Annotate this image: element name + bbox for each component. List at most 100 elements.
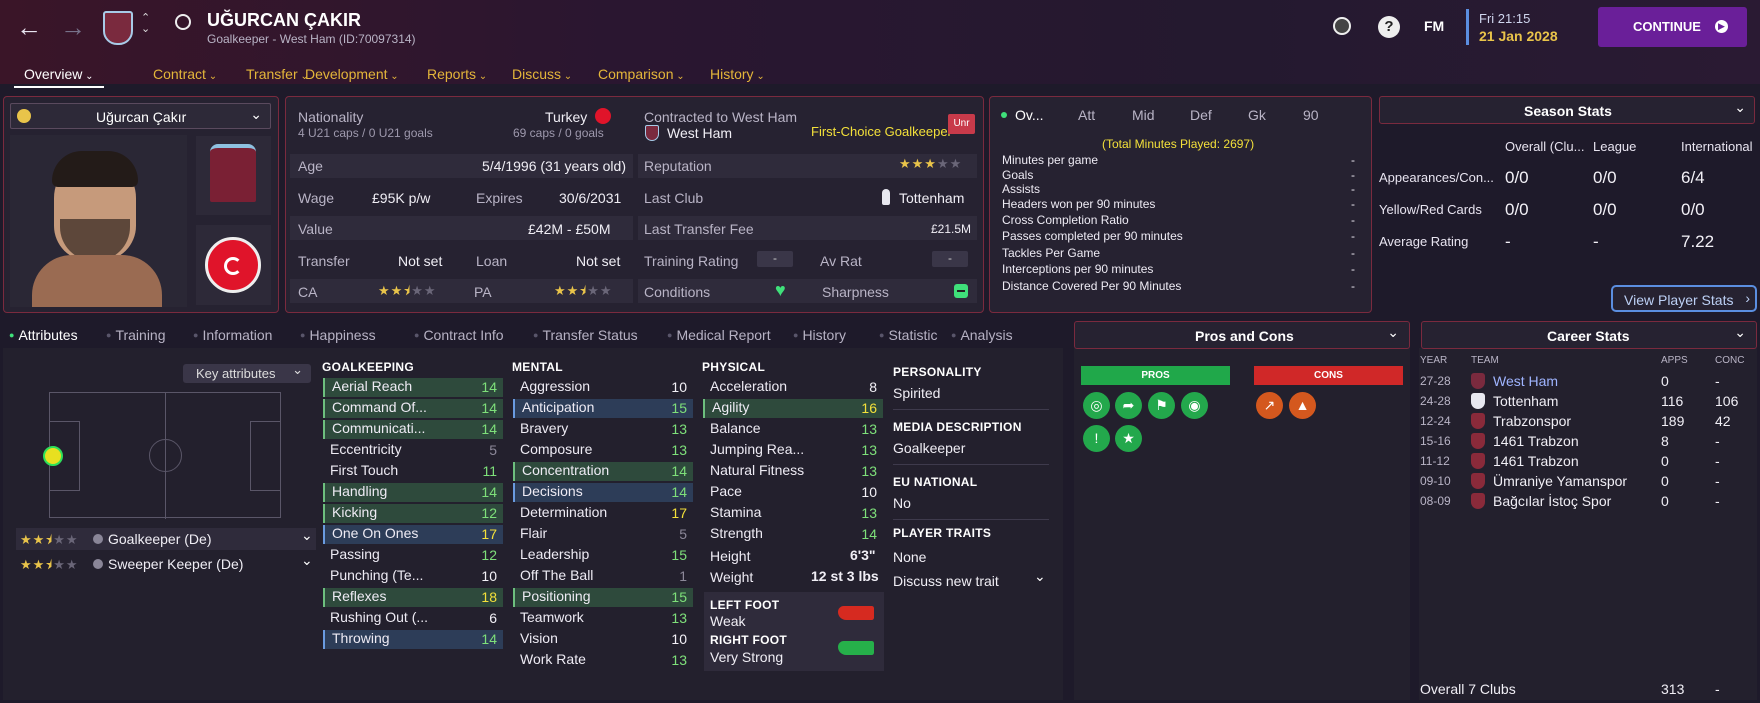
stat-label: Headers won per 90 minutes bbox=[1002, 197, 1156, 211]
career-team[interactable]: Ümraniye Yamanspor bbox=[1493, 473, 1627, 489]
attr-name: Aerial Reach bbox=[332, 378, 413, 394]
subtab-analysis[interactable]: ● Analysis bbox=[951, 327, 1013, 343]
attr-value: 14 bbox=[481, 484, 497, 500]
key-attributes-select[interactable]: Key attributes ⌄ bbox=[183, 362, 311, 383]
back-arrow-icon[interactable]: ← bbox=[16, 14, 42, 40]
av-rat-label: Av Rat bbox=[820, 253, 862, 269]
flag-icon[interactable]: ⚑ bbox=[1148, 392, 1175, 419]
attr-name: Pace bbox=[710, 483, 742, 499]
stats-tab-90[interactable]: 90 bbox=[1303, 107, 1319, 123]
tab-reports[interactable]: Reports bbox=[427, 66, 487, 82]
search-icon[interactable] bbox=[175, 14, 191, 30]
tab-comparison[interactable]: Comparison bbox=[598, 66, 685, 82]
career-col-apps: APPS bbox=[1661, 355, 1688, 366]
subtab-contract-info[interactable]: ● Contract Info bbox=[414, 327, 504, 343]
career-team[interactable]: Bağcılar İstoç Spor bbox=[1493, 493, 1611, 509]
nationality-value[interactable]: Turkey bbox=[545, 109, 587, 125]
wage-value[interactable]: £95K p/w bbox=[372, 190, 430, 206]
career-header[interactable]: Career Stats ⌄ bbox=[1421, 321, 1757, 349]
fm-logo[interactable]: FM bbox=[1424, 18, 1444, 34]
boot-icon[interactable]: ➦ bbox=[1115, 392, 1142, 419]
left-boot-icon bbox=[838, 606, 874, 620]
stats-tab-mid[interactable]: Mid bbox=[1132, 107, 1155, 123]
career-apps: 8 bbox=[1661, 433, 1669, 449]
career-conc: - bbox=[1715, 433, 1720, 449]
subtab-information[interactable]: ● Information bbox=[193, 327, 272, 343]
chevron-updown-icon[interactable]: ⌃ ⌄ bbox=[141, 13, 150, 35]
help-icon[interactable]: ? bbox=[1378, 16, 1400, 38]
goalkeeping-attr-row: First Touch 11 bbox=[323, 462, 503, 481]
eu-title: EU NATIONAL bbox=[893, 475, 978, 489]
stats-tab-att[interactable]: Att bbox=[1078, 107, 1095, 123]
season-league-value: 0/0 bbox=[1593, 200, 1617, 219]
subtab-statistic[interactable]: ● Statistic bbox=[879, 327, 937, 343]
chevron-down-icon[interactable]: ⌄ bbox=[1034, 568, 1046, 585]
squad-status[interactable]: First-Choice Goalkeeper bbox=[811, 124, 952, 139]
attr-value: 5 bbox=[489, 442, 497, 458]
season-col-overall: Overall (Clu... bbox=[1505, 139, 1585, 154]
role-sweeper-label[interactable]: Sweeper Keeper (De) bbox=[108, 556, 243, 572]
tab-history[interactable]: History bbox=[710, 66, 765, 82]
role-goalkeeper-label: Goalkeeper (De) bbox=[108, 531, 212, 547]
career-col-conc: CONC bbox=[1715, 355, 1745, 366]
subtab-happiness[interactable]: ● Happiness bbox=[300, 327, 376, 343]
career-team[interactable]: Tottenham bbox=[1493, 393, 1558, 409]
date-day[interactable]: Fri 21:15 bbox=[1479, 11, 1530, 26]
career-team[interactable]: 1461 Trabzon bbox=[1493, 453, 1579, 469]
flask-icon[interactable]: ▲ bbox=[1289, 392, 1316, 419]
attr-value: 14 bbox=[481, 400, 497, 416]
season-stats-header[interactable]: Season Stats ⌄ bbox=[1379, 96, 1755, 124]
transfer-value[interactable]: Not set bbox=[398, 253, 442, 269]
physical-attr-row: Jumping Rea... 13 bbox=[703, 441, 883, 460]
pros-cons-header[interactable]: Pros and Cons ⌄ bbox=[1074, 321, 1410, 349]
season-col-league: League bbox=[1593, 139, 1637, 154]
loan-value[interactable]: Not set bbox=[576, 253, 620, 269]
continue-button[interactable]: CONTINUE ▶ bbox=[1598, 7, 1747, 47]
last-club-value[interactable]: Tottenham bbox=[899, 190, 964, 206]
trend-icon[interactable]: ↗ bbox=[1256, 392, 1283, 419]
career-team[interactable]: Trabzonspor bbox=[1493, 413, 1571, 429]
mental-attr-row: Anticipation 15 bbox=[513, 399, 693, 418]
stats-tab-def[interactable]: Def bbox=[1190, 107, 1212, 123]
club-crest-icon[interactable] bbox=[103, 11, 133, 45]
attr-value: 16 bbox=[861, 400, 877, 416]
subtab-history[interactable]: ● History bbox=[793, 327, 846, 343]
divider bbox=[893, 409, 1049, 410]
subtab-attributes[interactable]: ● Attributes bbox=[9, 327, 78, 343]
forward-arrow-icon[interactable]: → bbox=[60, 14, 86, 40]
stats-tab-overview[interactable]: Ov... bbox=[1015, 107, 1044, 123]
brain-icon[interactable]: ◉ bbox=[1181, 392, 1208, 419]
tab-transfer[interactable]: Transfer bbox=[246, 66, 309, 82]
player-subtitle: Goalkeeper - West Ham (ID:70097314) bbox=[207, 32, 416, 46]
star-icon[interactable]: ★ bbox=[1115, 425, 1142, 452]
target-icon[interactable]: ◎ bbox=[1083, 392, 1110, 419]
tab-overview[interactable]: Overview bbox=[24, 66, 94, 82]
subtab-medical-report[interactable]: ● Medical Report bbox=[667, 327, 771, 343]
tab-dot-icon: ● bbox=[951, 330, 957, 340]
date-full[interactable]: 21 Jan 2028 bbox=[1479, 28, 1558, 44]
subtab-training[interactable]: ● Training bbox=[106, 327, 166, 343]
expires-value[interactable]: 30/6/2031 bbox=[559, 190, 621, 206]
career-year: 09-10 bbox=[1420, 474, 1451, 488]
tab-discuss[interactable]: Discuss bbox=[512, 66, 572, 82]
subtab-transfer-status[interactable]: ● Transfer Status bbox=[533, 327, 638, 343]
player-select[interactable]: Uğurcan Çakır ⌄ bbox=[10, 103, 271, 129]
career-team[interactable]: West Ham bbox=[1493, 373, 1558, 389]
career-year: 27-28 bbox=[1420, 374, 1451, 388]
attr-name: Positioning bbox=[522, 588, 591, 604]
tab-development[interactable]: Development bbox=[305, 66, 399, 82]
discuss-trait-select[interactable]: Discuss new trait bbox=[893, 573, 999, 589]
career-team[interactable]: 1461 Trabzon bbox=[1493, 433, 1579, 449]
tab-contract[interactable]: Contract bbox=[153, 66, 217, 82]
chevron-down-icon: ⌄ bbox=[301, 527, 313, 543]
season-stats-title: Season Stats bbox=[1524, 103, 1612, 119]
contract-club[interactable]: West Ham bbox=[667, 125, 732, 141]
stats-tab-gk[interactable]: Gk bbox=[1248, 107, 1266, 123]
season-international-value: 7.22 bbox=[1681, 232, 1715, 251]
ball-icon[interactable] bbox=[1333, 17, 1351, 35]
last-club-label: Last Club bbox=[644, 190, 704, 206]
attr-name: Command Of... bbox=[332, 399, 427, 415]
contract-label: Contracted to West Ham bbox=[644, 109, 798, 125]
alert-ball-icon[interactable]: ! bbox=[1083, 425, 1110, 452]
view-player-stats-button[interactable]: View Player Stats › bbox=[1611, 285, 1757, 312]
